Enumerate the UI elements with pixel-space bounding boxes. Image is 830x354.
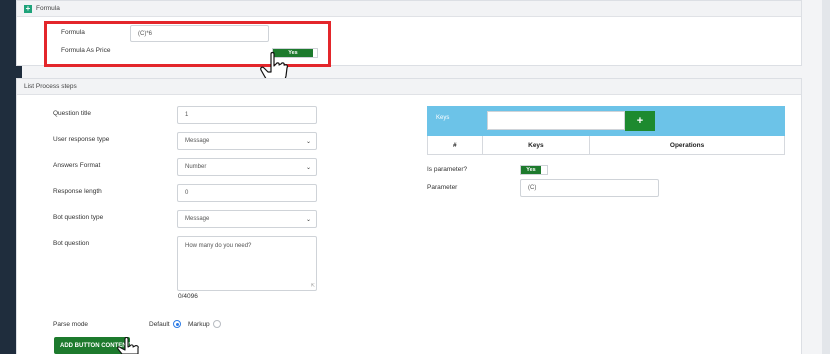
is-parameter-label: Is parameter? (427, 166, 468, 173)
answers-format-value: Number (185, 164, 207, 170)
column-operations: Operations (669, 141, 705, 149)
column-keys: Keys (483, 136, 591, 154)
bot-question-textarea[interactable]: How many do you need? ⇱ (177, 236, 317, 291)
parameter-label: Parameter (427, 184, 458, 191)
user-response-type-value: Message (185, 138, 210, 144)
column-number: # (428, 136, 483, 154)
bot-question-type-label: Bot question type (53, 214, 104, 221)
keys-label: Keys (436, 115, 450, 121)
parse-mode-markup-label: Markup (188, 321, 210, 328)
keys-input[interactable] (487, 111, 625, 130)
plus-icon: + (636, 115, 644, 127)
bot-question-type-select[interactable]: Message ⌄ (177, 210, 317, 228)
keys-bar: Keys + (427, 106, 785, 136)
list-process-header: List Process steps (17, 79, 801, 95)
is-parameter-toggle[interactable]: Yes (520, 165, 548, 175)
question-title-input[interactable]: 1 (177, 106, 317, 124)
bot-question-text: How many do you need? (185, 243, 252, 249)
char-counter: 0/4096 (178, 293, 198, 300)
bot-question-label: Bot question (53, 240, 90, 247)
user-response-type-select[interactable]: Message ⌄ (177, 132, 317, 150)
parameter-input[interactable]: (C) (520, 179, 659, 197)
formula-panel-header: + Formula (17, 1, 801, 17)
keys-table-header: # Keys Operations (427, 136, 785, 155)
formula-panel-title: Formula (36, 5, 60, 12)
parse-mode-default-label: Default (149, 321, 170, 328)
answers-format-select[interactable]: Number ⌄ (177, 158, 317, 176)
add-key-button[interactable]: + (625, 111, 655, 131)
toggle-yes-state: Yes (521, 166, 541, 174)
user-response-type-label: User response type (53, 136, 110, 143)
parse-mode-default-radio[interactable] (173, 320, 181, 328)
parse-mode-markup-radio[interactable] (213, 320, 221, 328)
response-length-input[interactable]: 0 (177, 184, 317, 202)
list-process-title: List Process steps (24, 83, 77, 90)
scrollbar-track[interactable] (822, 0, 830, 354)
parse-mode-label: Parse mode (53, 321, 89, 328)
question-title-label: Question title (53, 110, 91, 117)
resize-handle-icon[interactable]: ⇱ (311, 283, 315, 289)
pointer-hand-icon (117, 337, 139, 354)
answers-format-label: Answers Format (53, 162, 101, 169)
response-length-label: Response length (53, 188, 102, 195)
bot-question-type-value: Message (185, 216, 210, 222)
expand-plus-icon[interactable]: + (24, 4, 32, 13)
chevron-down-icon: ⌄ (305, 164, 311, 171)
chevron-down-icon: ⌄ (305, 216, 311, 223)
chevron-down-icon: ⌄ (305, 138, 311, 145)
